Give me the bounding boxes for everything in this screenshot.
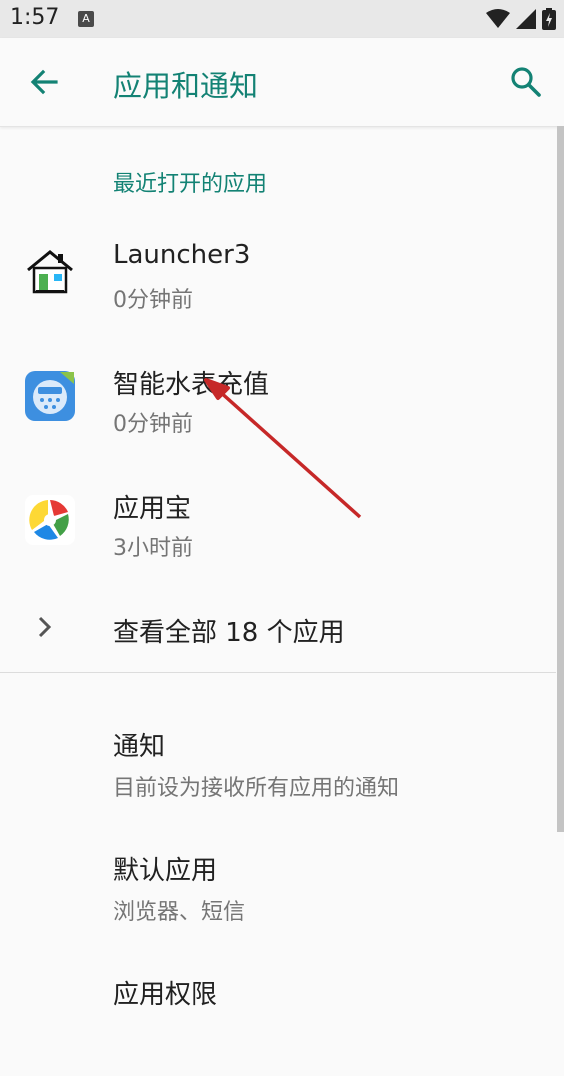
setting-app-permissions[interactable]: 应用权限: [0, 956, 556, 1076]
setting-notifications[interactable]: 通知 目前设为接收所有应用的通知: [0, 708, 556, 828]
cell-signal-icon: [516, 9, 536, 29]
recent-app-launcher3[interactable]: Launcher3 0分钟前: [0, 224, 556, 344]
chevron-right-icon: [38, 616, 52, 638]
setting-summary: 目前设为接收所有应用的通知: [113, 776, 400, 801]
see-all-apps-label: 查看全部 18 个应用: [113, 618, 345, 648]
app-name: 应用宝: [113, 494, 192, 524]
recent-apps-heading: 最近打开的应用: [113, 172, 268, 197]
recent-app-yingyongbao[interactable]: 应用宝 3小时前: [0, 472, 556, 592]
status-time: 1:57: [10, 5, 60, 30]
battery-icon: [542, 8, 556, 30]
setting-summary: 浏览器、短信: [113, 900, 246, 925]
notification-icon: A: [78, 11, 94, 27]
recent-app-water-meter[interactable]: 智能水表充值 0分钟前: [0, 348, 556, 468]
setting-default-apps[interactable]: 默认应用 浏览器、短信: [0, 832, 556, 952]
status-bar: 1:57 A: [0, 0, 564, 38]
wifi-icon: [486, 9, 510, 28]
divider: [0, 672, 556, 673]
water-meter-app-icon: [25, 371, 75, 421]
app-last-used: 0分钟前: [113, 412, 193, 437]
status-icons: [486, 8, 556, 30]
app-bar: 应用和通知: [0, 38, 564, 127]
launcher3-icon: [27, 250, 73, 294]
setting-title: 通知: [113, 732, 166, 762]
app-name: 智能水表充值: [113, 370, 270, 400]
page-title: 应用和通知: [113, 69, 259, 103]
see-all-apps[interactable]: 查看全部 18 个应用: [0, 590, 556, 666]
scrollbar[interactable]: [557, 126, 564, 832]
app-last-used: 0分钟前: [113, 288, 193, 313]
app-name: Launcher3: [113, 240, 251, 270]
setting-title: 应用权限: [113, 980, 218, 1010]
back-arrow-icon[interactable]: [26, 64, 62, 100]
app-last-used: 3小时前: [113, 536, 193, 561]
yingyongbao-icon: [25, 495, 75, 545]
setting-title: 默认应用: [113, 856, 218, 886]
search-icon[interactable]: [508, 64, 544, 100]
